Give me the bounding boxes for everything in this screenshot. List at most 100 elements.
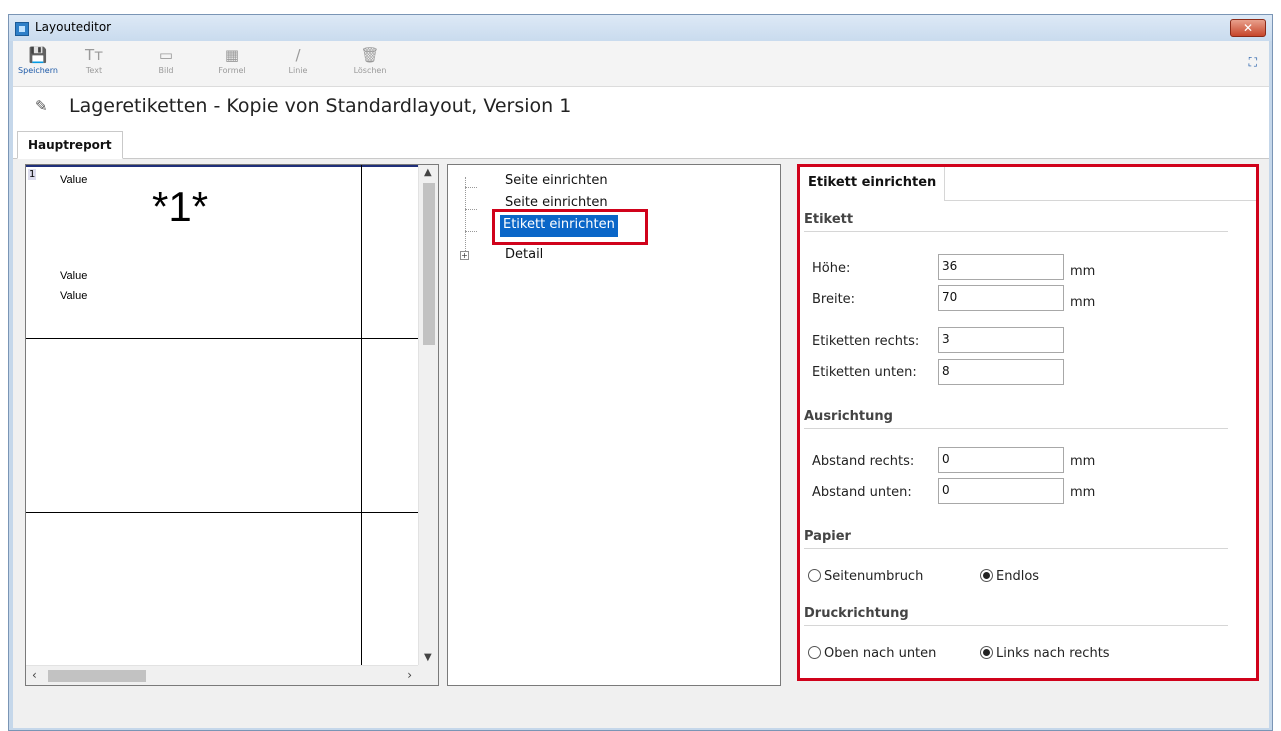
document-title: Lageretiketten - Kopie von Standardlayou…	[69, 95, 572, 117]
delete-icon: 🗑	[360, 46, 380, 64]
etiketten-rechts-field[interactable]: 3	[938, 327, 1064, 353]
radio-label: Endlos	[996, 569, 1040, 584]
radio-endlos[interactable]: Endlos	[980, 569, 1039, 584]
highlight-frame	[492, 209, 648, 245]
pencil-icon[interactable]: ✎	[35, 97, 48, 115]
value-field[interactable]: Value	[60, 290, 87, 302]
scroll-left-icon[interactable]: ‹	[32, 668, 37, 682]
radio-off-icon[interactable]	[808, 569, 821, 582]
etiketten-unten-label: Etiketten unten:	[812, 365, 917, 380]
settings-panel: Etikett einrichten Etikett Höhe: 36 mm B…	[797, 164, 1259, 681]
radio-off-icon[interactable]	[808, 646, 821, 659]
abstand-unten-field[interactable]: 0	[938, 478, 1064, 504]
radio-links-nach-rechts[interactable]: Links nach rechts	[980, 646, 1110, 661]
client-area: 💾 Speichern Tт Text ▭ Bild ▦ Formel / Li…	[13, 41, 1269, 728]
line-button[interactable]: / Linie	[275, 44, 321, 84]
abstand-unten-unit: mm	[1070, 485, 1096, 500]
hoehe-label: Höhe:	[812, 261, 851, 276]
formula-label: Formel	[218, 66, 246, 75]
value-field[interactable]: Value	[60, 174, 87, 186]
line-icon: /	[295, 46, 301, 64]
delete-button[interactable]: 🗑 Löschen	[347, 44, 393, 84]
section-divider	[804, 625, 1228, 626]
image-button[interactable]: ▭ Bild	[143, 44, 189, 84]
radio-label: Links nach rechts	[996, 646, 1110, 661]
section-druckrichtung: Druckrichtung	[804, 606, 909, 621]
barcode-text[interactable]: *1*	[152, 183, 208, 231]
radio-label: Oben nach unten	[824, 646, 937, 661]
radio-label: Seitenumbruch	[824, 569, 924, 584]
hoehe-unit: mm	[1070, 264, 1096, 279]
scroll-up-icon[interactable]: ▲	[424, 167, 432, 178]
layout-editor-window: Layouteditor ✕ 💾 Speichern Tт Text ▭ Bil…	[8, 14, 1273, 731]
label-cell	[362, 165, 420, 339]
hoehe-field[interactable]: 36	[938, 254, 1064, 280]
save-icon: 💾	[28, 46, 48, 64]
tree-connector	[465, 187, 477, 188]
workspace: 1 Value *1* Value Value ▲ ▼ ‹ › Seite ei…	[13, 159, 1269, 728]
delete-label: Löschen	[353, 66, 387, 75]
abstand-rechts-label: Abstand rechts:	[812, 454, 915, 469]
section-etikett: Etikett	[804, 212, 854, 227]
fullscreen-icon[interactable]: ⛶	[1249, 55, 1257, 70]
label-cell	[362, 513, 420, 685]
report-tabs: Hauptreport	[13, 127, 1269, 159]
save-button[interactable]: 💾 Speichern	[15, 44, 61, 84]
image-icon: ▭	[158, 46, 174, 64]
section-ausrichtung: Ausrichtung	[804, 409, 893, 424]
text-button[interactable]: Tт Text	[71, 44, 117, 84]
label-cell	[26, 513, 362, 685]
title-bar: Layouteditor ✕	[9, 15, 1272, 41]
horizontal-scroll-thumb[interactable]	[48, 670, 146, 682]
section-divider	[804, 548, 1228, 549]
label-preview[interactable]: 1 Value *1* Value Value ▲ ▼ ‹ ›	[25, 164, 439, 686]
radio-oben-nach-unten[interactable]: Oben nach unten	[808, 646, 936, 661]
app-icon	[15, 22, 29, 36]
save-label: Speichern	[18, 66, 58, 75]
vertical-scrollbar[interactable]: ▲ ▼	[418, 165, 438, 667]
formula-button[interactable]: ▦ Formel	[209, 44, 255, 84]
tree-item-detail[interactable]: Detail	[502, 245, 546, 267]
text-icon: Tт	[85, 46, 103, 64]
section-divider	[804, 231, 1228, 232]
abstand-rechts-field[interactable]: 0	[938, 447, 1064, 473]
layout-tree: Seite einrichten Seite einrichten Etiket…	[447, 164, 781, 686]
value-field[interactable]: Value	[60, 270, 87, 282]
close-button[interactable]: ✕	[1230, 19, 1266, 37]
preview-canvas: 1 Value *1* Value Value	[26, 165, 420, 685]
breite-field[interactable]: 70	[938, 285, 1064, 311]
tree-connector	[465, 231, 477, 232]
tree-connector	[465, 209, 477, 210]
radio-on-icon[interactable]	[980, 646, 993, 659]
etiketten-rechts-label: Etiketten rechts:	[812, 334, 920, 349]
tab-hauptreport[interactable]: Hauptreport	[17, 131, 123, 159]
text-label: Text	[85, 66, 103, 75]
scroll-corner	[418, 665, 438, 685]
label-cell	[362, 339, 420, 513]
scroll-right-icon[interactable]: ›	[407, 668, 412, 682]
vertical-scroll-thumb[interactable]	[423, 183, 435, 345]
section-divider	[804, 428, 1228, 429]
abstand-unten-label: Abstand unten:	[812, 485, 912, 500]
line-label: Linie	[288, 66, 308, 75]
formula-icon: ▦	[224, 46, 240, 64]
label-index: 1	[28, 169, 37, 180]
settings-tabbar: Etikett einrichten	[800, 167, 1256, 201]
expand-icon[interactable]: +	[460, 251, 469, 260]
tab-etikett-einrichten[interactable]: Etikett einrichten	[800, 167, 946, 201]
tree-item-seite-einrichten[interactable]: Seite einrichten	[502, 171, 611, 193]
radio-seitenumbruch[interactable]: Seitenumbruch	[808, 569, 923, 584]
etiketten-unten-field[interactable]: 8	[938, 359, 1064, 385]
document-header: ✎ Lageretiketten - Kopie von Standardlay…	[13, 87, 1269, 127]
tree-guide	[465, 177, 466, 255]
image-label: Bild	[158, 66, 174, 75]
label-cell	[26, 339, 362, 513]
breite-label: Breite:	[812, 292, 856, 307]
section-papier: Papier	[804, 529, 851, 544]
horizontal-scrollbar[interactable]: ‹ ›	[26, 665, 420, 685]
radio-on-icon[interactable]	[980, 569, 993, 582]
window-title: Layouteditor	[35, 20, 112, 34]
scroll-down-icon[interactable]: ▼	[424, 652, 432, 663]
abstand-rechts-unit: mm	[1070, 454, 1096, 469]
breite-unit: mm	[1070, 295, 1096, 310]
